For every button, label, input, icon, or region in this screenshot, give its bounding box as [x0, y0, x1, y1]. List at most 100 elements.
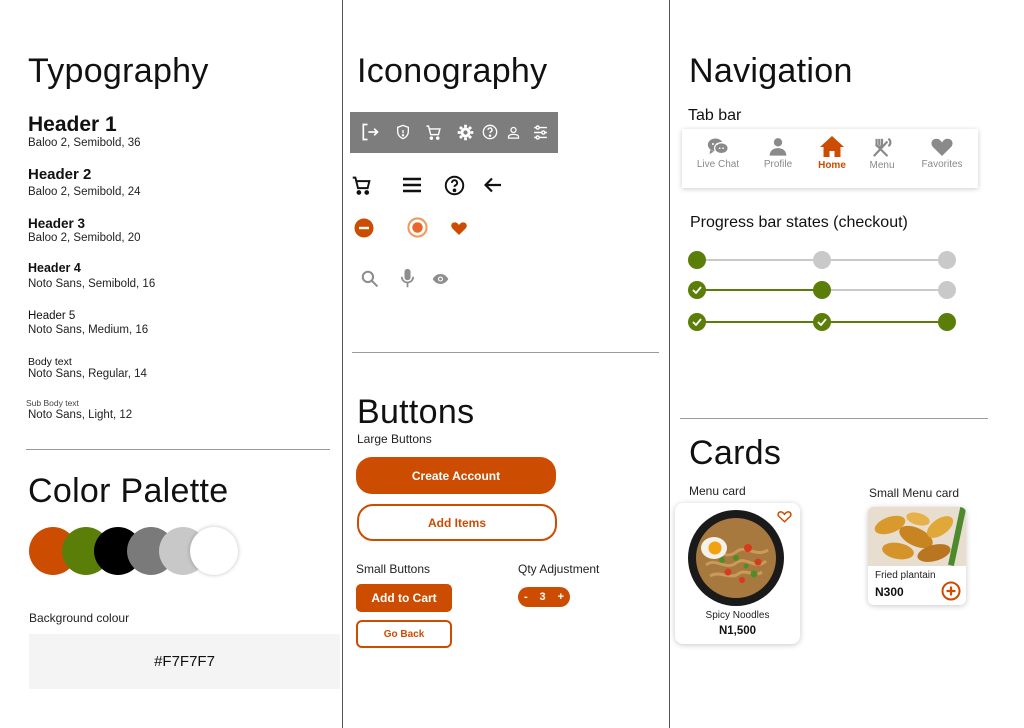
- logout-icon[interactable]: [359, 121, 381, 143]
- user-icon: [769, 138, 787, 156]
- progress-line: [822, 321, 947, 323]
- typography-item-spec: Noto Sans, Semibold, 16: [28, 278, 156, 290]
- add-to-cart-button[interactable]: Add to Cart: [356, 584, 452, 612]
- progress-step-current: [813, 281, 831, 299]
- typography-item-spec: Noto Sans, Regular, 14: [28, 368, 147, 380]
- tab-live-chat[interactable]: Live Chat: [688, 137, 748, 170]
- add-items-button[interactable]: Add Items: [357, 504, 557, 541]
- heart-icon: [931, 138, 953, 156]
- arrow-left-icon[interactable]: [482, 174, 504, 196]
- minus-circle-icon[interactable]: [353, 217, 374, 238]
- tab-bar: Live Chat Profile Home Menu Favorites: [682, 129, 978, 188]
- large-buttons-label: Large Buttons: [357, 432, 432, 446]
- progress-step-complete: [688, 281, 706, 299]
- column-divider-right: [669, 0, 670, 728]
- small-item-price: N300: [875, 585, 904, 599]
- qty-decrement-button[interactable]: -: [524, 591, 528, 603]
- typography-item-spec: Baloo 2, Semibold, 20: [28, 232, 141, 244]
- progress-line: [822, 259, 947, 261]
- typography-sub-body: Sub Body text Noto Sans, Light, 12: [26, 398, 132, 421]
- progress-step-current: [938, 313, 956, 331]
- user-icon[interactable]: [503, 122, 523, 142]
- eye-icon[interactable]: [430, 271, 450, 287]
- typography-item-name: Header 4: [28, 261, 81, 275]
- shield-icon[interactable]: [393, 122, 413, 142]
- typography-item-name: Header 2: [28, 166, 92, 183]
- tab-bar-label: Tab bar: [688, 107, 742, 124]
- noodles-image: [688, 510, 784, 606]
- column-divider-left: [342, 0, 343, 728]
- heart-icon[interactable]: [450, 219, 468, 237]
- help-icon[interactable]: [480, 122, 500, 142]
- progress-line: [697, 259, 822, 261]
- mic-icon[interactable]: [398, 267, 416, 289]
- typography-item-name: Header 5: [28, 310, 76, 322]
- buttons-title: Buttons: [357, 393, 475, 431]
- background-colour-label: Background colour: [29, 611, 130, 625]
- favorite-heart-icon[interactable]: [777, 510, 792, 528]
- go-back-button[interactable]: Go Back: [356, 620, 452, 648]
- background-colour-hex: #F7F7F7: [154, 653, 215, 670]
- add-circle-icon[interactable]: [941, 581, 961, 606]
- typography-item-name: Body text: [28, 356, 72, 368]
- progress-step-pending: [813, 251, 831, 269]
- background-colour-swatch: #F7F7F7: [29, 634, 340, 689]
- chat-icon: [707, 138, 729, 155]
- menu-item-price: N1,500: [718, 625, 757, 637]
- small-menu-card[interactable]: Fried plantain N300: [868, 507, 966, 605]
- icon-toolbar: [350, 112, 558, 153]
- typography-item-spec: Noto Sans, Light, 12: [28, 409, 133, 421]
- progress-line: [697, 321, 822, 323]
- sliders-icon[interactable]: [530, 122, 550, 142]
- palette-title: Color Palette: [28, 472, 229, 510]
- cart-icon[interactable]: [423, 122, 443, 142]
- tab-label: Favorites: [921, 159, 963, 170]
- typography-header-5: Header 5 Noto Sans, Medium, 16: [28, 310, 148, 336]
- typography-header-1: Header 1 Baloo 2, Semibold, 36: [28, 113, 141, 149]
- tab-label: Home: [818, 160, 846, 171]
- qty-increment-button[interactable]: +: [558, 591, 564, 603]
- progress-step-complete: [688, 313, 706, 331]
- qty-adjustment-label: Qty Adjustment: [518, 562, 600, 576]
- navigation-divider: [680, 418, 988, 419]
- radio-selected-icon[interactable]: [406, 216, 428, 238]
- typography-body: Body text Noto Sans, Regular, 14: [28, 356, 147, 380]
- cart-icon[interactable]: [350, 174, 372, 196]
- tab-favorites[interactable]: Favorites: [912, 137, 972, 170]
- typography-item-spec: Baloo 2, Semibold, 36: [28, 137, 141, 149]
- search-icon[interactable]: [359, 268, 380, 289]
- progress-step-current: [688, 251, 706, 269]
- help-icon[interactable]: [443, 174, 465, 196]
- tab-label: Menu: [869, 160, 895, 171]
- progress-states-label: Progress bar states (checkout): [690, 214, 908, 231]
- progress-step-pending: [938, 281, 956, 299]
- gear-icon[interactable]: [455, 122, 475, 142]
- tab-profile[interactable]: Profile: [748, 137, 808, 170]
- menu-card[interactable]: Spicy Noodles N1,500: [675, 503, 800, 644]
- typography-title: Typography: [28, 52, 209, 90]
- menu-item-name: Spicy Noodles: [705, 610, 770, 621]
- tab-menu[interactable]: Menu: [852, 137, 912, 171]
- typography-item-name: Header 3: [28, 216, 86, 231]
- typography-divider: [26, 449, 330, 450]
- progress-line: [697, 289, 822, 291]
- small-buttons-label: Small Buttons: [356, 562, 431, 576]
- typography-item-name: Header 1: [28, 113, 117, 136]
- create-account-button[interactable]: Create Account: [356, 457, 556, 494]
- menu-icon[interactable]: [401, 174, 423, 196]
- typography-header-2: Header 2 Baloo 2, Semibold, 24: [28, 166, 141, 198]
- utensils-icon: [873, 137, 892, 157]
- typography-header-4: Header 4 Noto Sans, Semibold, 16: [28, 261, 155, 290]
- navigation-title: Navigation: [689, 52, 853, 90]
- qty-value: 3: [539, 591, 546, 603]
- small-item-name: Fried plantain: [875, 570, 936, 581]
- iconography-title: Iconography: [357, 52, 548, 90]
- typography-header-3: Header 3 Baloo 2, Semibold, 20: [28, 216, 141, 244]
- home-icon: [820, 136, 844, 157]
- iconography-divider: [352, 352, 659, 353]
- plantain-image: [868, 507, 966, 566]
- tab-label: Live Chat: [696, 159, 740, 170]
- menu-card-label: Menu card: [689, 484, 746, 498]
- color-swatch: [190, 527, 238, 575]
- progress-step-pending: [938, 251, 956, 269]
